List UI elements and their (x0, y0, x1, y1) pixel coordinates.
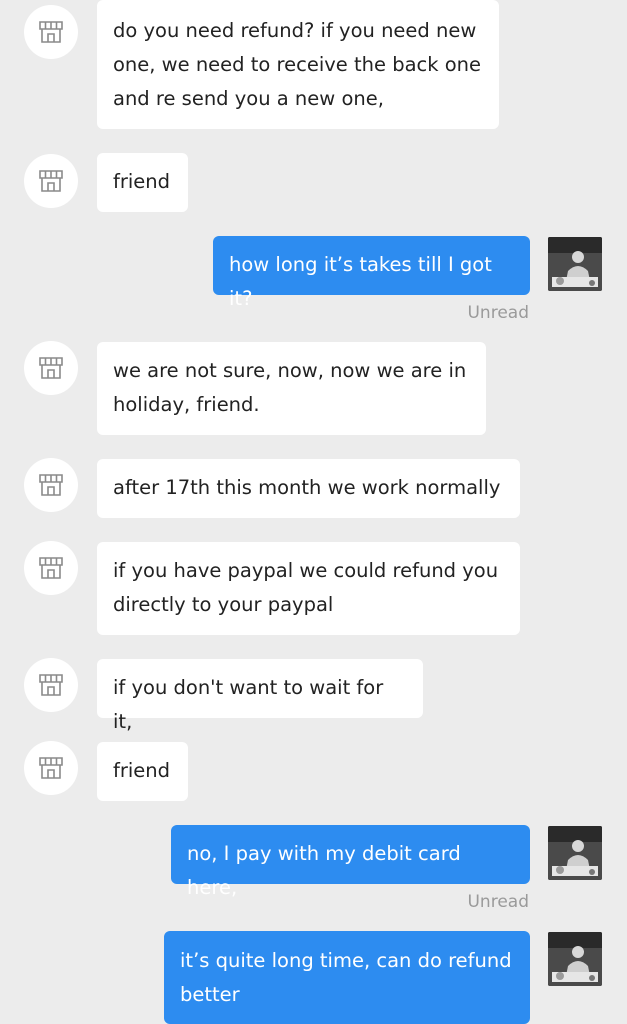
store-avatar[interactable] (24, 658, 78, 712)
store-avatar[interactable] (24, 458, 78, 512)
user-photo (548, 932, 602, 986)
message-bubble[interactable]: how long it’s takes till I got it? (213, 236, 530, 310)
unread-status: Unread (467, 303, 529, 323)
message-bubble[interactable]: if you have paypal we could refund you d… (97, 542, 520, 635)
store-avatar[interactable] (24, 154, 78, 208)
store-icon (39, 557, 63, 579)
message-bubble[interactable]: do you need refund? if you need new one,… (97, 0, 499, 129)
user-avatar[interactable] (548, 826, 602, 880)
store-icon (39, 21, 63, 43)
store-avatar[interactable] (24, 341, 78, 395)
message-bubble[interactable]: friend (97, 742, 188, 801)
store-icon (39, 170, 63, 192)
store-icon (39, 757, 63, 779)
message-bubble[interactable]: after 17th this month we work normally (97, 459, 520, 518)
message-bubble[interactable]: if you don't want to wait for it, (97, 659, 423, 733)
store-icon (39, 674, 63, 696)
user-avatar[interactable] (548, 932, 602, 986)
unread-status: Unread (467, 892, 529, 912)
user-photo (548, 237, 602, 291)
store-avatar[interactable] (24, 541, 78, 595)
message-bubble[interactable]: no, I pay with my debit card here, (171, 825, 530, 899)
store-icon (39, 357, 63, 379)
user-photo (548, 826, 602, 880)
message-bubble[interactable]: it’s quite long time, can do refund bett… (164, 931, 530, 1024)
store-avatar[interactable] (24, 5, 78, 59)
user-avatar[interactable] (548, 237, 602, 291)
store-avatar[interactable] (24, 741, 78, 795)
message-bubble[interactable]: friend (97, 153, 188, 212)
store-icon (39, 474, 63, 496)
message-bubble[interactable]: we are not sure, now, now we are in holi… (97, 342, 486, 435)
